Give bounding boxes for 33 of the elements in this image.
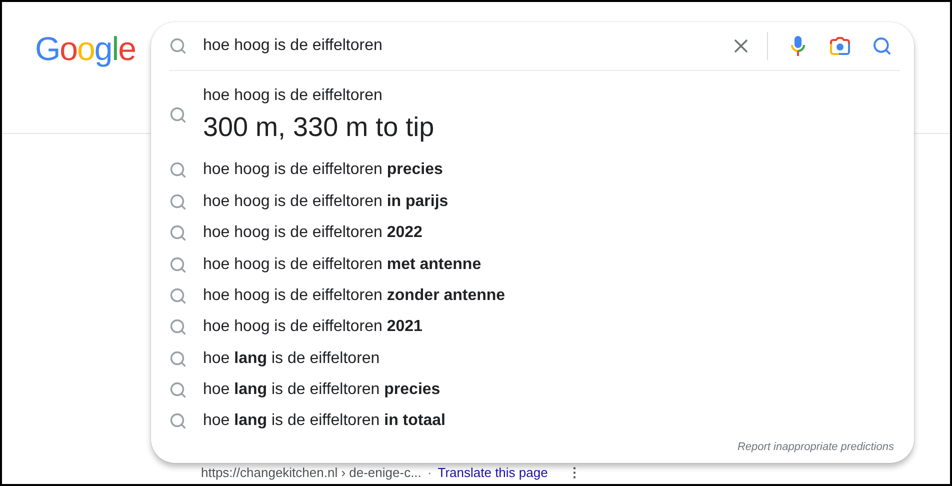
search-icon xyxy=(169,318,187,336)
suggestion-item[interactable]: hoe hoog is de eiffeltoren in parijs xyxy=(203,192,448,211)
more-menu[interactable]: ⋮ xyxy=(568,465,581,481)
suggestion-item[interactable]: hoe lang is de eiffeltoren xyxy=(203,350,380,368)
answer-suggestion[interactable]: hoe hoog is de eiffeltoren 300 m, 330 m to tip xyxy=(151,70,914,155)
suggestion-item[interactable]: hoe hoog is de eiffeltoren 2022 xyxy=(203,224,422,242)
search-icon xyxy=(169,286,187,305)
search-icon xyxy=(169,380,187,399)
search-input[interactable]: hoe hoog is de eiffeltoren xyxy=(203,36,711,55)
suggestion-item[interactable]: hoe hoog is de eiffeltoren 2021 xyxy=(203,318,422,336)
translate-link[interactable]: Translate this page xyxy=(438,465,548,481)
answer-query: hoe hoog is de eiffeltoren xyxy=(203,86,384,106)
search-icon xyxy=(169,412,187,430)
search-icon xyxy=(872,36,892,56)
search-icon xyxy=(169,36,187,55)
suggestion-item[interactable]: hoe hoog is de eiffeltoren met antenne xyxy=(203,256,482,274)
search-icon xyxy=(169,256,187,274)
suggestion-item[interactable]: hoe lang is de eiffeltoren precies xyxy=(203,380,440,399)
separator: · xyxy=(427,465,432,481)
google-logo[interactable]: Google xyxy=(35,29,136,69)
report-link[interactable]: Report inappropriate predictions xyxy=(737,441,894,454)
suggestion-item[interactable]: hoe hoog is de eiffeltoren precies xyxy=(203,161,443,180)
search-icon xyxy=(169,192,187,211)
microphone-icon xyxy=(790,34,806,57)
search-icon xyxy=(169,350,187,368)
camera-icon xyxy=(829,36,851,56)
search-icon xyxy=(169,161,187,180)
suggestion-item[interactable]: hoe hoog is de eiffeltoren zonder antenne xyxy=(203,286,506,305)
search-icon xyxy=(169,224,187,242)
result-url: https://changekitchen.nl › de-enige-c... xyxy=(201,465,422,481)
search-icon xyxy=(169,106,187,124)
answer-text: 300 m, 330 m to tip xyxy=(203,110,434,144)
suggestion-item[interactable]: hoe lang is de eiffeltoren in totaal xyxy=(203,412,446,430)
